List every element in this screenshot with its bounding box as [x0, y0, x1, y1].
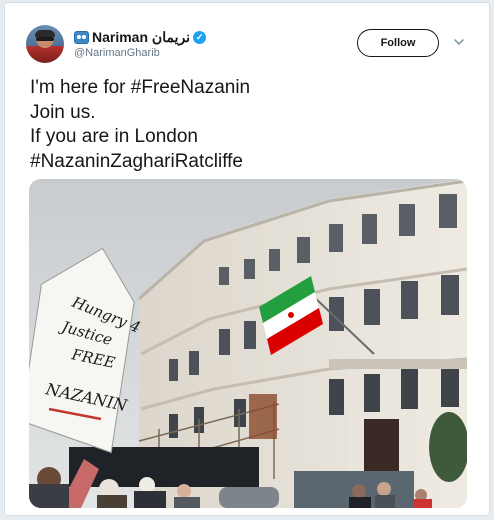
tweet-photo[interactable]: Hungry 4 Justice FREE NAZANIN — [29, 179, 467, 508]
tweet-line: Join us. — [30, 101, 96, 123]
display-name[interactable]: Nariman نریمان — [92, 29, 190, 46]
emoji-face-icon — [74, 30, 89, 44]
chevron-down-icon[interactable] — [453, 36, 465, 48]
tweet-line: If you are in London — [30, 126, 198, 147]
follow-button[interactable]: Follow — [357, 29, 439, 57]
embassy-photo-image: Hungry 4 Justice FREE NAZANIN — [29, 179, 467, 508]
avatar-cap — [35, 30, 55, 37]
tweet-text: I'm here for #FreeNazanin Join us. If yo… — [30, 76, 470, 174]
avatar-glasses — [36, 37, 54, 41]
tweet-line: #NazaninZaghariRatcliffe — [30, 150, 243, 172]
user-name-row[interactable]: Nariman نریمان ✓ — [74, 27, 207, 47]
tweet-line: I'm here for #FreeNazanin — [30, 77, 251, 98]
verified-badge-icon: ✓ — [193, 30, 207, 44]
user-avatar[interactable] — [26, 25, 64, 63]
user-handle[interactable]: @NarimanGharib — [74, 47, 160, 59]
